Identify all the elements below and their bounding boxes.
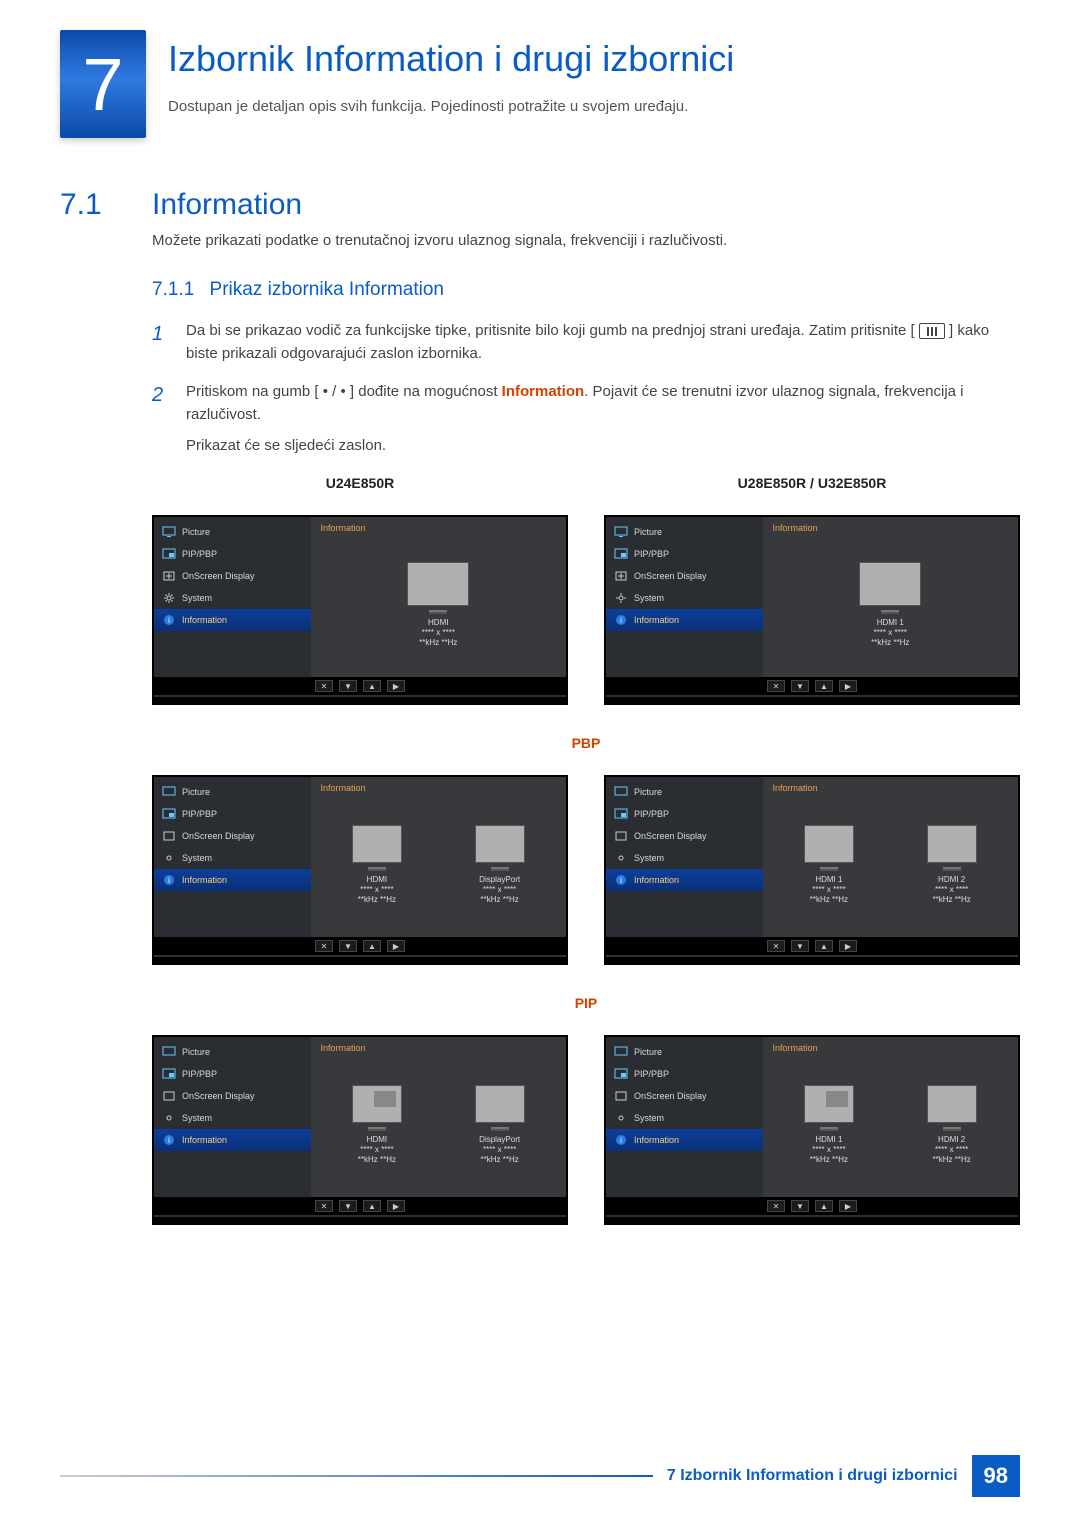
onscreen-icon (614, 570, 628, 582)
nav-up[interactable]: ▲ (363, 680, 381, 692)
picture-icon (614, 526, 628, 538)
osd-menu: Picture PIP/PBP OnScreen Display System … (154, 517, 311, 677)
footer-text: 7 Izbornik Information i drugi izbornici (667, 1467, 958, 1485)
step-1: 1 Da bi se prikazao vodič za funkcijske … (152, 319, 1020, 366)
gear-icon (614, 592, 628, 604)
osd-panel-pip: Picture PIP/PBP OnScreen Display System … (152, 1035, 568, 1225)
page-number: 98 (972, 1455, 1020, 1497)
osd-panel-pbp: Picture PIP/PBP OnScreen Display System … (152, 775, 568, 965)
osd-menu-information[interactable]: iInformation (154, 609, 311, 631)
osd-menu-system[interactable]: System (606, 587, 763, 609)
step-1-text-a: Da bi se prikazao vodič za funkcijske ti… (186, 322, 919, 339)
onscreen-icon (162, 570, 176, 582)
step-2: 2 Pritiskom na gumb [ • / • ] dođite na … (152, 380, 1020, 458)
info-icon: i (614, 614, 628, 626)
chapter-title: Izbornik Information i drugi izbornici (168, 38, 734, 80)
subsection-number: 7.1.1 (152, 279, 194, 300)
chapter-header: 7 Izbornik Information i drugi izbornici… (60, 30, 1020, 138)
svg-text:i: i (168, 616, 170, 625)
pip-icon (614, 548, 628, 560)
osd-panel-pbp: Picture PIP/PBP OnScreen Display System … (604, 775, 1020, 965)
nav-down[interactable]: ▼ (339, 680, 357, 692)
info-icon: i (162, 614, 176, 626)
mode-label-pip: PIP (152, 995, 1020, 1011)
svg-text:i: i (168, 876, 170, 885)
model-label-right: U28E850R / U32E850R (604, 475, 1020, 491)
osd-content: Information HDMI **** x **** **kHz **Hz (311, 517, 566, 677)
page-footer: 7 Izbornik Information i drugi izbornici… (60, 1455, 1020, 1497)
steps-list: 1 Da bi se prikazao vodič za funkcijske … (152, 319, 1020, 457)
osd-panel: Picture PIP/PBP OnScreen Display System … (152, 515, 568, 705)
signal-preview: HDMI **** x **** **kHz **Hz (407, 562, 469, 649)
mode-label-pbp: PBP (152, 735, 1020, 751)
gear-icon (162, 592, 176, 604)
osd-menu-picture[interactable]: Picture (606, 521, 763, 543)
step-2-text-a: Pritiskom na gumb [ • / • ] dođite na mo… (186, 383, 502, 400)
step-number: 2 (152, 380, 170, 458)
osd-menu-picture[interactable]: Picture (154, 521, 311, 543)
osd-menu-pip-pbp[interactable]: PIP/PBP (606, 543, 763, 565)
step-2-highlight: Information (502, 383, 585, 400)
osd-menu-onscreen[interactable]: OnScreen Display (606, 565, 763, 587)
osd-content-title: Information (321, 523, 556, 533)
model-label-left: U24E850R (152, 475, 568, 491)
osd-menu-onscreen[interactable]: OnScreen Display (154, 565, 311, 587)
picture-icon (162, 526, 176, 538)
pip-icon (162, 548, 176, 560)
subsection-heading: 7.1.1 Prikaz izbornika Information (152, 279, 1020, 301)
signal-text: HDMI **** x **** **kHz **Hz (419, 618, 457, 649)
svg-text:i: i (620, 876, 622, 885)
osd-menu-information[interactable]: iInformation (606, 609, 763, 631)
osd-panel: Picture PIP/PBP OnScreen Display System … (604, 515, 1020, 705)
section-body: Možete prikazati podatke o trenutačnoj i… (152, 232, 1020, 249)
osd-nav: ✕ ▼ ▲ ▶ (154, 677, 566, 695)
step-2-text-c: Prikazat će se sljedeći zaslon. (186, 437, 386, 454)
osd-menu-pip-pbp[interactable]: PIP/PBP (154, 543, 311, 565)
menu-icon (919, 323, 945, 339)
section-heading: 7.1 Information (60, 188, 1020, 222)
footer-rule (60, 1475, 653, 1477)
nav-right[interactable]: ▶ (387, 680, 405, 692)
svg-text:i: i (620, 616, 622, 625)
chapter-subtitle: Dostupan je detaljan opis svih funkcija.… (168, 98, 734, 115)
section-title: Information (152, 188, 302, 222)
nav-close[interactable]: ✕ (315, 680, 333, 692)
osd-panel-pip: Picture PIP/PBP OnScreen Display System … (604, 1035, 1020, 1225)
section-number: 7.1 (60, 188, 130, 222)
osd-menu-system[interactable]: System (154, 587, 311, 609)
osd-menu: Picture PIP/PBP OnScreen Display System … (606, 517, 763, 677)
svg-text:i: i (620, 1136, 622, 1145)
chapter-number: 7 (60, 30, 146, 138)
subsection-title: Prikaz izbornika Information (210, 279, 444, 300)
svg-text:i: i (168, 1136, 170, 1145)
step-number: 1 (152, 319, 170, 366)
